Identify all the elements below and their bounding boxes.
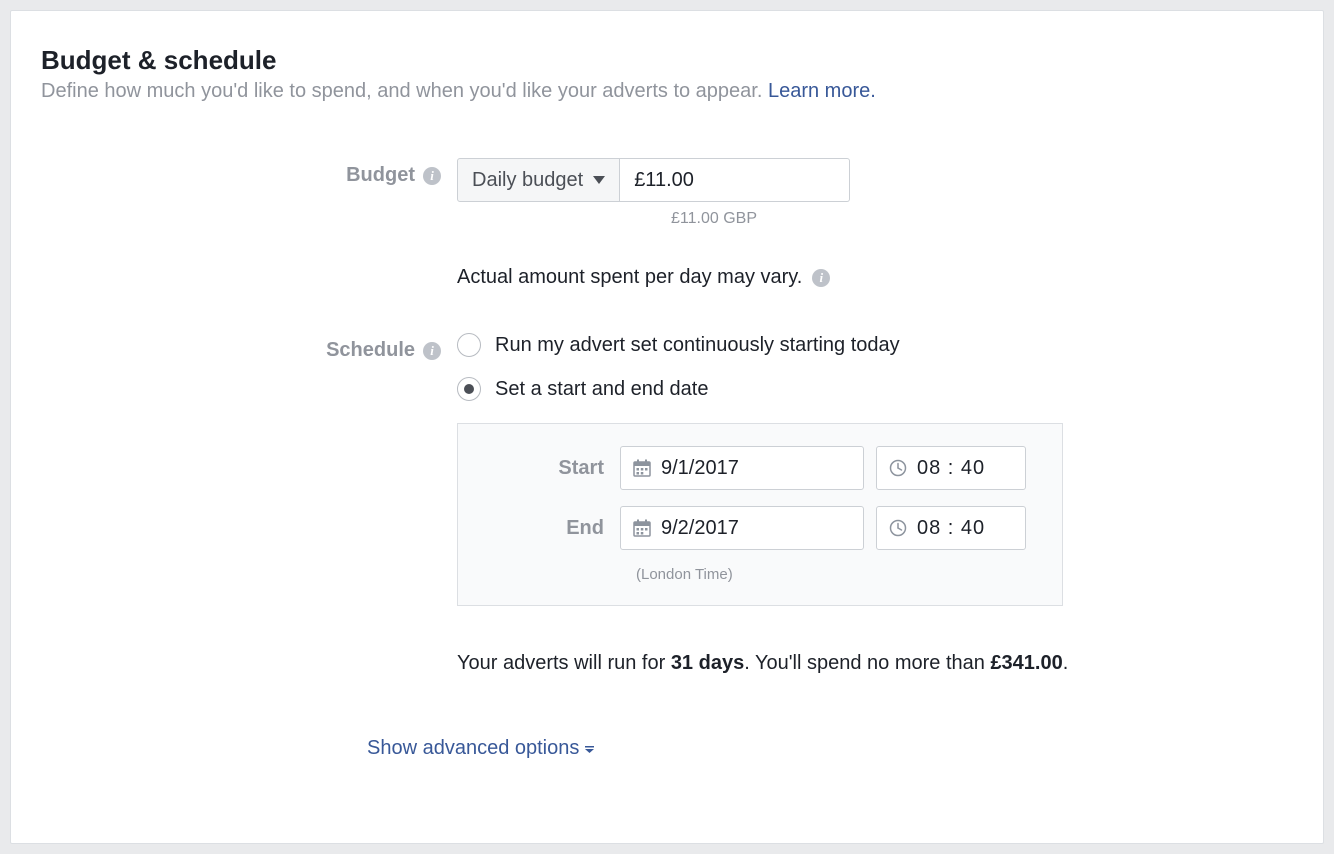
schedule-label-text: Schedule [326,339,415,362]
budget-row: Budget i Daily budget £11.00 GBP Actual … [41,158,1293,289]
section-subtitle: Define how much you'd like to spend, and… [41,80,1293,103]
budget-help-text: Actual amount spent per day may vary. i [457,266,1293,289]
end-date-value: 9/2/2017 [661,517,739,540]
subtitle-text: Define how much you'd like to spend, and… [41,80,768,102]
start-time-input[interactable]: 08 : 40 [876,446,1026,490]
end-time-value: 08 : 40 [917,517,985,540]
start-date-value: 9/1/2017 [661,457,739,480]
chevron-down-icon [585,741,594,756]
budget-amount-input[interactable] [620,158,850,202]
info-icon[interactable]: i [812,269,830,287]
end-label: End [480,517,620,540]
budget-label-text: Budget [346,164,415,187]
budget-amount-subtext: £11.00 GBP [671,210,1293,228]
info-icon[interactable]: i [423,342,441,360]
budget-type-selected: Daily budget [472,169,583,192]
clock-icon [889,519,907,537]
schedule-option-continuous[interactable]: Run my advert set continuously starting … [457,333,1293,357]
timezone-note: (London Time) [636,566,1040,583]
budget-label: Budget i [41,158,457,187]
radio-icon [457,377,481,401]
radio-label: Run my advert set continuously starting … [495,334,900,357]
schedule-row: Schedule i Run my advert set continuousl… [41,333,1293,675]
summary-total: £341.00 [990,652,1062,674]
budget-schedule-panel: Budget & schedule Define how much you'd … [10,10,1324,844]
show-advanced-options-link[interactable]: Show advanced options [367,737,594,760]
schedule-summary: Your adverts will run for 31 days. You'l… [457,652,1293,675]
calendar-icon [633,519,651,537]
radio-icon [457,333,481,357]
end-time-input[interactable]: 08 : 40 [876,506,1026,550]
date-range-panel: Start [457,423,1063,606]
schedule-label: Schedule i [41,333,457,362]
clock-icon [889,459,907,477]
learn-more-link[interactable]: Learn more. [768,80,876,102]
budget-type-dropdown[interactable]: Daily budget [457,158,620,202]
schedule-option-start-end[interactable]: Set a start and end date [457,377,1293,401]
end-date-input[interactable]: 9/2/2017 [620,506,864,550]
summary-duration: 31 days [671,652,744,674]
radio-label: Set a start and end date [495,378,709,401]
start-date-input[interactable]: 9/1/2017 [620,446,864,490]
chevron-down-icon [593,176,605,184]
section-title: Budget & schedule [41,45,1293,76]
start-time-value: 08 : 40 [917,457,985,480]
start-label: Start [480,457,620,480]
calendar-icon [633,459,651,477]
info-icon[interactable]: i [423,167,441,185]
